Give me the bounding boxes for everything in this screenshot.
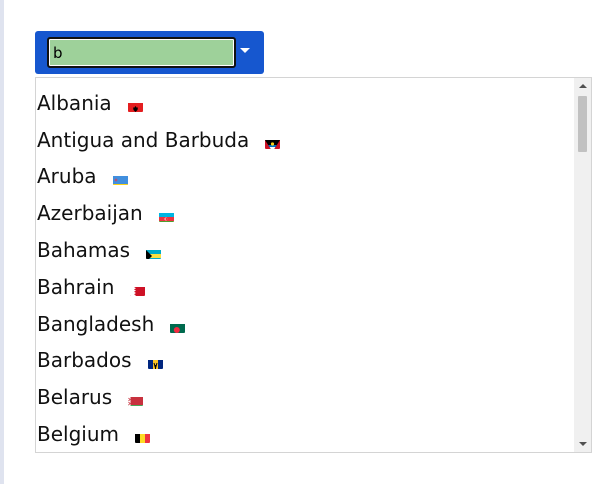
list-item-belarus[interactable]: Belarus [37, 379, 572, 415]
option-label: Bahamas [37, 238, 131, 262]
option-label: Antigua and Barbuda [37, 128, 250, 152]
country-search-input[interactable] [47, 37, 236, 68]
country-combobox[interactable] [35, 31, 264, 74]
list-item-belgium[interactable]: Belgium [37, 416, 572, 452]
option-label: Belgium [37, 422, 119, 446]
country-dropdown-list: Albania Antigua and Barbuda Aruba Azerba… [35, 77, 592, 453]
flag-albania-icon [127, 100, 143, 112]
option-label: Barbados [37, 348, 132, 372]
flag-belarus-icon [128, 394, 144, 406]
option-label: Aruba [37, 164, 97, 188]
list-item-antigua-and-barbuda[interactable]: Antigua and Barbuda [37, 122, 572, 158]
left-edge-strip [0, 0, 4, 484]
flag-barbados-icon [147, 357, 163, 369]
list-item-bahrain[interactable]: Bahrain [37, 269, 572, 305]
list-item-albania[interactable]: Albania [37, 85, 572, 121]
option-label: Belarus [37, 385, 113, 409]
flag-aruba-icon [112, 173, 128, 185]
scroll-up-arrow-icon[interactable] [579, 84, 587, 88]
caret-down-icon[interactable] [240, 48, 250, 53]
list-item-barbados[interactable]: Barbados [37, 342, 572, 378]
flag-bangladesh-icon [170, 321, 186, 333]
list-item-bangladesh[interactable]: Bangladesh [37, 306, 572, 342]
flag-bahrain-icon [130, 284, 146, 296]
option-label: Bahrain [37, 275, 115, 299]
list-item-azerbaijan[interactable]: Azerbaijan [37, 195, 572, 231]
flag-antigua-and-barbuda-icon [265, 137, 281, 149]
option-label: Bangladesh [37, 312, 155, 336]
list-item-bahamas[interactable]: Bahamas [37, 232, 572, 268]
list-item-aruba[interactable]: Aruba [37, 158, 572, 194]
scroll-down-arrow-icon[interactable] [579, 442, 587, 446]
scrollbar-thumb[interactable] [578, 96, 587, 152]
flag-azerbaijan-icon [158, 210, 174, 222]
option-label: Azerbaijan [37, 201, 143, 225]
flag-bahamas-icon [146, 247, 162, 259]
dropdown-scrollbar[interactable] [574, 78, 591, 452]
flag-belgium-icon [135, 431, 150, 443]
option-label: Albania [37, 91, 112, 115]
